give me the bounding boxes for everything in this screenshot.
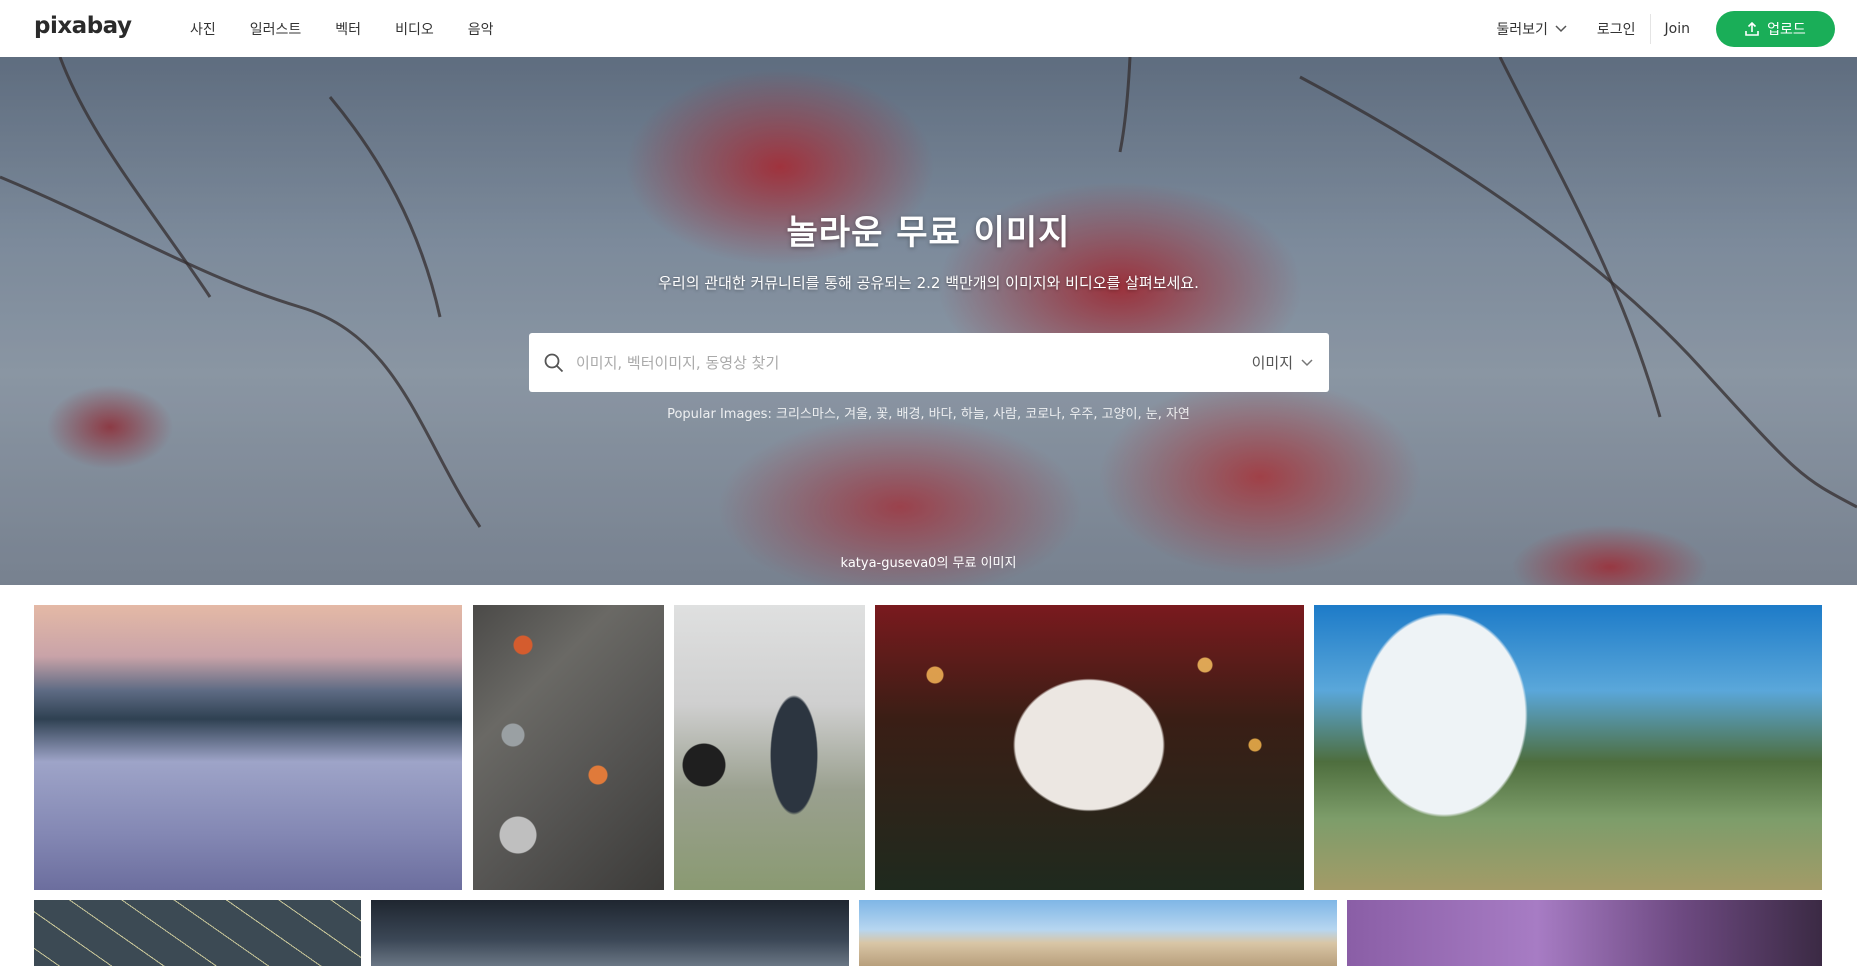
user-nav: 둘러보기 로그인 Join 업로드 (1496, 0, 1835, 57)
top-header: pixabay 사진 일러스트 벡터 비디오 음악 둘러보기 로그인 Join … (0, 0, 1857, 57)
tag-separator: , (1137, 407, 1146, 422)
hero-overlay (0, 57, 1857, 585)
pixabay-logo[interactable]: pixabay (34, 13, 132, 39)
gallery-image-pine-branch-pattern[interactable] (34, 900, 361, 966)
popular-tag[interactable]: 하늘 (961, 407, 985, 422)
popular-tag[interactable]: 자연 (1166, 407, 1190, 422)
popular-label: Popular Images: (667, 407, 772, 422)
nav-videos[interactable]: 비디오 (395, 19, 434, 39)
popular-tag[interactable]: 바다 (929, 407, 953, 422)
nav-photos[interactable]: 사진 (190, 19, 216, 39)
media-type-value: 이미지 (1251, 354, 1293, 372)
popular-searches: Popular Images: 크리스마스, 겨울, 꽃, 배경, 바다, 하늘… (0, 403, 1857, 422)
join-link[interactable]: Join (1665, 21, 1690, 37)
explore-label: 둘러보기 (1496, 21, 1548, 38)
explore-dropdown[interactable]: 둘러보기 (1496, 19, 1567, 39)
search-icon[interactable] (544, 353, 564, 373)
gallery-image-dark-snowy-scene[interactable] (371, 900, 849, 966)
gallery-image-hot-chocolate-mug[interactable] (875, 605, 1304, 890)
gallery-image-child-and-dog-in-snow[interactable] (674, 605, 865, 890)
tag-separator: , (1157, 407, 1166, 422)
popular-tag[interactable]: 사람 (993, 407, 1017, 422)
gallery-image-snowy-road-landscape[interactable] (34, 605, 462, 890)
hero-subtitle: 우리의 관대한 커뮤니티를 통해 공유되는 2.2 백만개의 이미지와 비디오를… (658, 274, 1199, 292)
main-nav: 사진 일러스트 벡터 비디오 음악 (190, 0, 527, 57)
popular-tag[interactable]: 고양이 (1102, 407, 1138, 422)
upload-icon (1745, 21, 1759, 36)
popular-tag[interactable]: 코로나 (1025, 407, 1061, 422)
search-bar: 이미지 (529, 333, 1329, 392)
chevron-down-icon (1301, 358, 1313, 366)
gallery-image-frosted-tree-meadow[interactable] (1314, 605, 1822, 890)
popular-tag[interactable]: 꽃 (876, 407, 888, 422)
tag-separator: , (1093, 407, 1102, 422)
popular-tag[interactable]: 배경 (896, 407, 920, 422)
nav-vectors[interactable]: 벡터 (335, 19, 361, 39)
media-type-select[interactable]: 이미지 (1252, 352, 1313, 373)
login-link[interactable]: 로그인 (1597, 19, 1636, 39)
upload-label: 업로드 (1767, 21, 1806, 38)
hero-title: 놀라운 무료 이미지 (786, 213, 1071, 253)
tag-separator: , (835, 407, 845, 422)
tag-separator: , (952, 407, 961, 422)
tag-separator: , (984, 407, 994, 422)
image-credit[interactable]: katya-guseva0의 무료 이미지 (0, 552, 1857, 571)
tag-separator: , (1016, 407, 1026, 422)
search-input[interactable] (576, 353, 1252, 372)
chevron-down-icon (1555, 24, 1567, 32)
nav-divider (1649, 13, 1651, 44)
upload-button[interactable]: 업로드 (1716, 10, 1835, 47)
hero-banner: 놀라운 무료 이미지 우리의 관대한 커뮤니티를 통해 공유되는 2.2 백만개… (0, 57, 1857, 585)
nav-illustrations[interactable]: 일러스트 (250, 19, 302, 39)
gallery-image-christmas-ornaments-flatlay[interactable] (473, 605, 664, 890)
popular-tag[interactable]: 겨울 (844, 407, 868, 422)
tag-separator: , (867, 407, 877, 422)
nav-music[interactable]: 음악 (468, 19, 494, 39)
popular-tag[interactable]: 눈 (1146, 407, 1158, 422)
gallery-image-colosseum-arches[interactable] (859, 900, 1337, 966)
popular-tag[interactable]: 크리스마스 (776, 407, 836, 422)
popular-tag[interactable]: 우주 (1069, 407, 1093, 422)
gallery-image-purple-wall-window[interactable] (1347, 900, 1822, 966)
tag-separator: , (920, 407, 929, 422)
